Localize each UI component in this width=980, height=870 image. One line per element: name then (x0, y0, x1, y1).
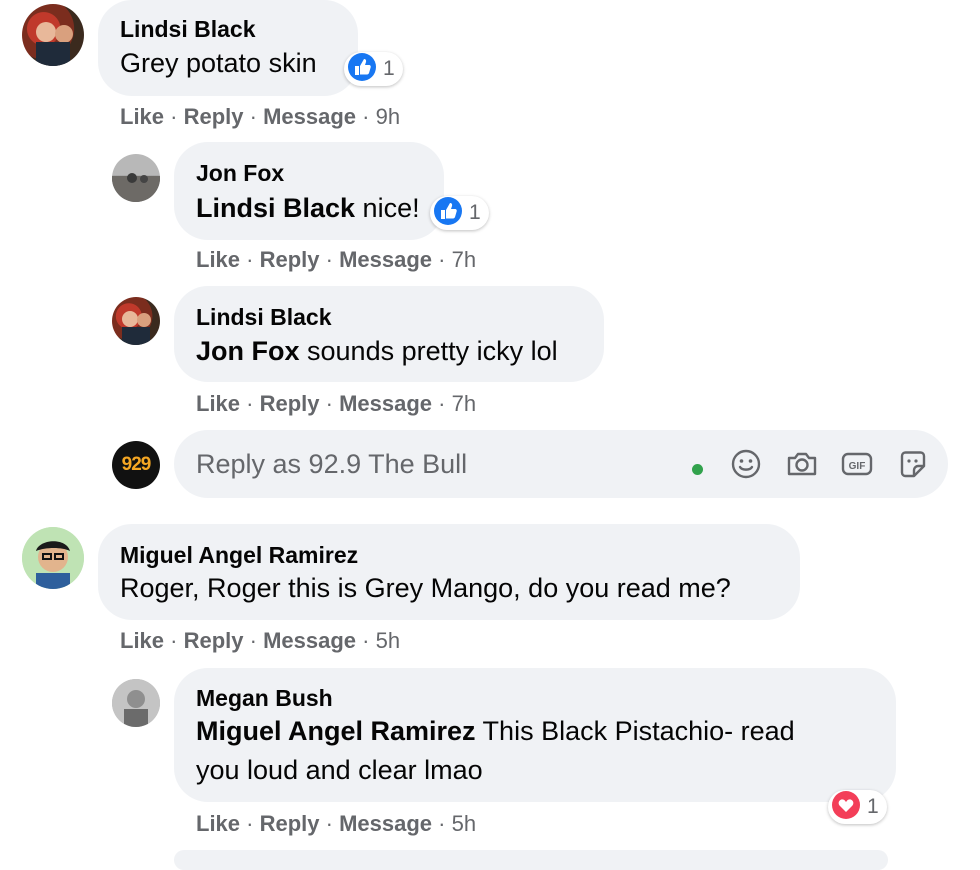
smiley-icon[interactable] (730, 448, 762, 485)
online-dot (692, 464, 703, 475)
comment-author[interactable]: Miguel Angel Ramirez (120, 542, 358, 569)
message-link[interactable]: Message (263, 628, 356, 653)
reply-link[interactable]: Reply (260, 247, 320, 272)
reply-link[interactable]: Reply (184, 628, 244, 653)
mention-link[interactable]: Lindsi Black (196, 193, 355, 223)
sticker-icon[interactable] (896, 448, 930, 485)
comment-bubble: Lindsi Black Jon Fox sounds pretty icky … (174, 286, 604, 382)
comment-actions: Like · Reply · Message · 9h (120, 104, 401, 129)
gif-icon[interactable]: GIF (840, 449, 874, 484)
avatar[interactable] (112, 679, 160, 727)
comment-author[interactable]: Megan Bush (196, 685, 333, 712)
comment-text-body: This Black Pistachio- read (475, 716, 795, 746)
comment-actions: Like · Reply · Message · 7h (196, 247, 477, 272)
avatar[interactable] (22, 527, 84, 589)
comment-text: Jon Fox sounds pretty icky lol (196, 333, 558, 370)
mention-link[interactable]: Jon Fox (196, 336, 300, 366)
reaction-count-label: 1 (867, 795, 879, 818)
reaction-count-label: 1 (383, 57, 395, 80)
reply-input[interactable]: Reply as 92.9 The Bull GIF (174, 430, 948, 498)
avatar-photo (112, 173, 160, 202)
comment-actions: Like · Reply · Message · 5h (196, 811, 477, 836)
message-link[interactable]: Message (339, 811, 432, 836)
reply-link[interactable]: Reply (260, 391, 320, 416)
timestamp[interactable]: 7h (452, 391, 476, 416)
page-avatar-logo: 929 (121, 454, 152, 475)
avatar-photo (122, 311, 151, 345)
svg-text:GIF: GIF (849, 461, 866, 472)
reaction-count[interactable]: 1 (344, 52, 403, 86)
avatar[interactable] (112, 297, 160, 345)
timestamp[interactable]: 9h (376, 104, 400, 129)
thumbs-up-icon (433, 196, 463, 231)
message-link[interactable]: Message (339, 391, 432, 416)
comment-actions: Like · Reply · Message · 7h (196, 391, 477, 416)
like-link[interactable]: Like (196, 811, 240, 836)
like-link[interactable]: Like (196, 391, 240, 416)
like-link[interactable]: Like (120, 628, 164, 653)
avatar[interactable] (112, 154, 160, 202)
comment-text: Grey potato skin (120, 48, 317, 78)
comment-bubble: Jon Fox Lindsi Black nice! (174, 142, 444, 240)
reaction-count[interactable]: 1 (430, 196, 489, 230)
comment-bubble: Lindsi Black Grey potato skin (98, 0, 358, 96)
comment-text-line2: you loud and clear lmao (196, 755, 483, 785)
page-avatar: 929 (112, 441, 160, 489)
like-link[interactable]: Like (196, 247, 240, 272)
comment-author[interactable]: Lindsi Black (196, 304, 331, 331)
message-link[interactable]: Message (263, 104, 356, 129)
next-reply-input[interactable] (174, 850, 888, 870)
comment-bubble: Megan Bush Miguel Angel Ramirez This Bla… (174, 668, 896, 802)
avatar-photo (112, 679, 160, 727)
comment-actions: Like · Reply · Message · 5h (120, 628, 401, 653)
comment-author[interactable]: Jon Fox (196, 160, 284, 187)
thumbs-up-icon (347, 52, 377, 87)
comment-bubble: Miguel Angel Ramirez Roger, Roger this i… (98, 524, 800, 620)
reply-input-placeholder: Reply as 92.9 The Bull (196, 449, 468, 479)
comment-author[interactable]: Lindsi Black (120, 16, 255, 43)
reaction-count-label: 1 (469, 201, 481, 224)
timestamp[interactable]: 5h (452, 811, 476, 836)
timestamp[interactable]: 5h (376, 628, 400, 653)
reply-link[interactable]: Reply (260, 811, 320, 836)
avatar-photo (36, 22, 73, 66)
comment-text-body: nice! (355, 193, 420, 223)
comment-text: Roger, Roger this is Grey Mango, do you … (120, 573, 731, 603)
reaction-count[interactable]: 1 (828, 790, 887, 824)
timestamp[interactable]: 7h (452, 247, 476, 272)
reply-link[interactable]: Reply (184, 104, 244, 129)
mention-link[interactable]: Miguel Angel Ramirez (196, 716, 476, 746)
comment-text-body: sounds pretty icky lol (299, 336, 558, 366)
message-link[interactable]: Message (339, 247, 432, 272)
avatar-photo (22, 527, 84, 589)
comment-text: Lindsi Black nice! (196, 190, 420, 227)
like-link[interactable]: Like (120, 104, 164, 129)
camera-icon[interactable] (785, 448, 819, 485)
avatar[interactable] (22, 4, 84, 66)
heart-icon (831, 790, 861, 825)
comment-text: Miguel Angel Ramirez This Black Pistachi… (196, 713, 795, 750)
